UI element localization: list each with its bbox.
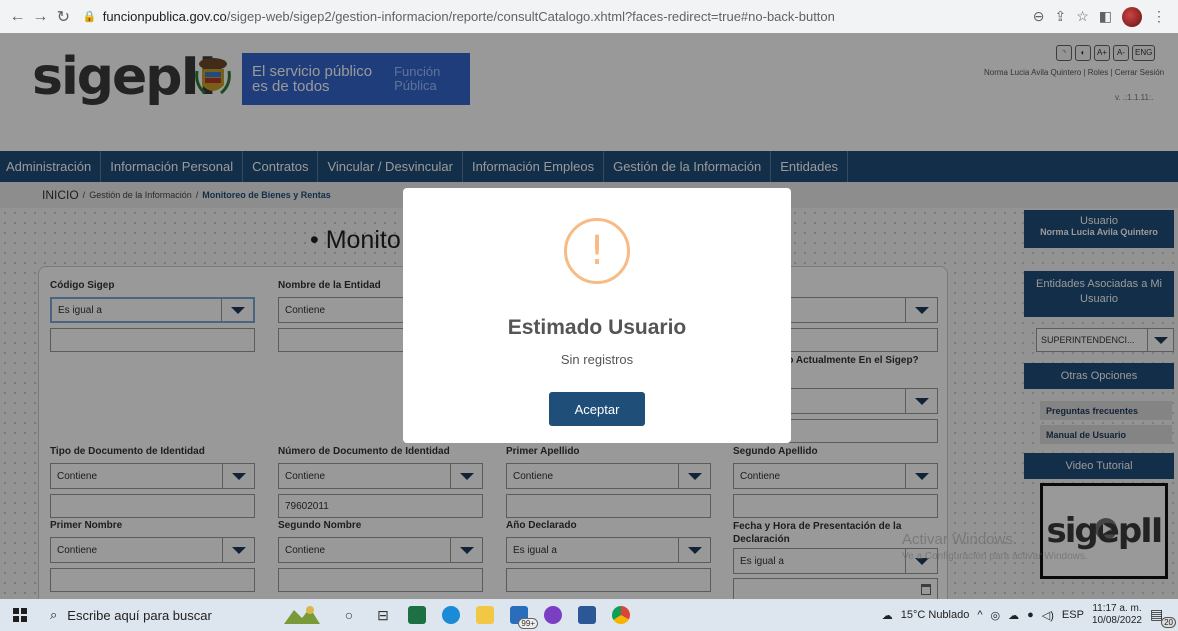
onedrive-icon[interactable]: ☁ (1008, 609, 1019, 622)
address-bar[interactable]: 🔒 funcionpublica.gov.co /sigep-web/sigep… (82, 4, 1033, 29)
excel-icon[interactable] (400, 599, 434, 631)
side-panel-icon[interactable]: ◧ (1099, 8, 1112, 25)
task-view-icon[interactable]: ⊟ (366, 599, 400, 631)
start-button[interactable] (0, 599, 40, 631)
app-icon-purple[interactable] (536, 599, 570, 631)
warning-icon: ! (564, 218, 630, 284)
windows-taskbar: ⌕ Escribe aquí para buscar ○ ⊟ 99+ ☁ 15°… (0, 599, 1178, 631)
search-icon: ⌕ (50, 607, 58, 622)
url-host: funcionpublica.gov.co (102, 9, 227, 24)
page: sigepII El servicio público es de todos … (0, 33, 1178, 599)
forward-arrow-icon[interactable]: → (29, 5, 52, 29)
tray-chevron-icon[interactable]: ^ (977, 609, 982, 621)
alert-dialog: ! Estimado Usuario Sin registros Aceptar (403, 188, 791, 443)
reload-icon[interactable]: ↻ (52, 5, 75, 29)
weather-text[interactable]: 15°C Nublado (901, 609, 970, 621)
windows-logo-icon (13, 608, 27, 622)
share-icon[interactable]: ⇪ (1054, 8, 1066, 25)
word-icon[interactable] (570, 599, 604, 631)
url-path: /sigep-web/sigep2/gestion-informacion/re… (226, 9, 835, 24)
menu-kebab-icon[interactable]: ⋮ (1152, 8, 1166, 25)
taskbar-search[interactable]: ⌕ Escribe aquí para buscar (40, 599, 272, 631)
clock[interactable]: 11:17 a. m. 10/08/2022 (1092, 603, 1142, 627)
profile-avatar[interactable] (1122, 6, 1142, 27)
volume-icon[interactable]: ◁) (1042, 609, 1054, 622)
mic-icon[interactable]: ● (1027, 609, 1034, 621)
bookmark-star-icon[interactable]: ☆ (1076, 8, 1089, 25)
back-arrow-icon[interactable]: ← (6, 5, 29, 29)
zoom-icon[interactable]: ⊖ (1033, 8, 1045, 25)
clock-time: 11:17 a. m. (1092, 603, 1142, 614)
cortana-icon[interactable]: ○ (332, 599, 366, 631)
weather-icon: ☁ (881, 609, 893, 622)
clock-date: 10/08/2022 (1091, 615, 1142, 626)
network-icon[interactable]: ◎ (991, 609, 1001, 622)
mail-badge: 99+ (518, 618, 538, 629)
browser-toolbar: ← → ↻ 🔒 funcionpublica.gov.co /sigep-web… (0, 0, 1178, 33)
file-explorer-icon[interactable] (468, 599, 502, 631)
chrome-icon[interactable] (604, 599, 638, 631)
system-tray: ☁ 15°C Nublado ^ ◎ ☁ ● ◁) ESP 11:17 a. m… (881, 603, 1178, 628)
notification-icon[interactable]: ▤ 20 (1150, 606, 1176, 628)
language-indicator[interactable]: ESP (1062, 609, 1084, 621)
lock-icon: 🔒 (82, 11, 97, 23)
mail-icon[interactable]: 99+ (502, 599, 538, 631)
dialog-title: Estimado Usuario (507, 316, 687, 339)
news-widget-icon[interactable] (272, 599, 332, 631)
edge-icon[interactable] (434, 599, 468, 631)
accept-button[interactable]: Aceptar (549, 392, 645, 426)
notification-count: 20 (1161, 617, 1176, 628)
dialog-message: Sin registros (560, 352, 634, 367)
